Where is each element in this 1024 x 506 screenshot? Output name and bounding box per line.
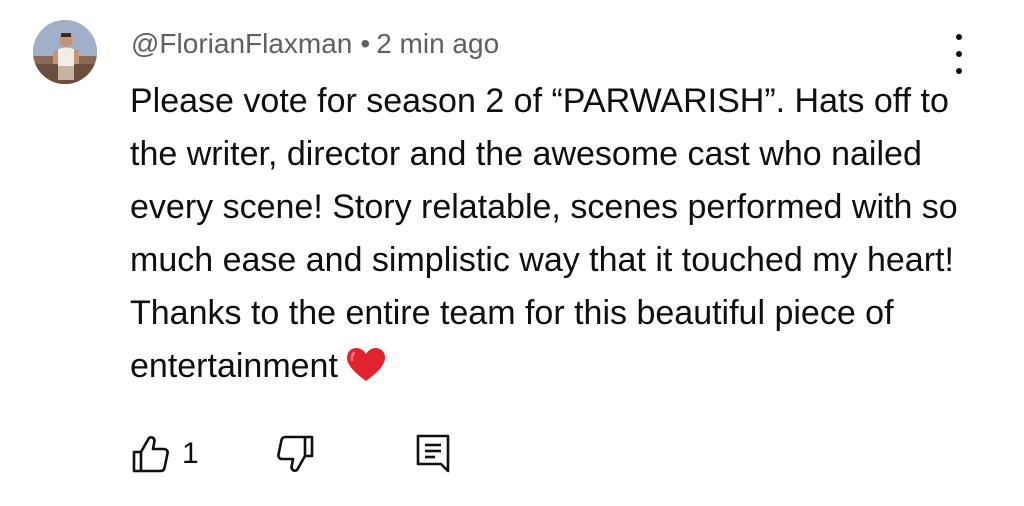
more-vertical-icon <box>956 34 962 40</box>
like-count: 1 <box>182 437 199 470</box>
more-options-button[interactable] <box>944 34 974 74</box>
meta-separator: • <box>360 28 371 59</box>
like-button[interactable]: 1 <box>130 432 199 476</box>
comment-card: @FlorianFlaxman • 2 min ago Please vote fo… <box>0 0 1024 506</box>
reply-button[interactable] <box>414 432 454 476</box>
more-vertical-icon-dot <box>956 51 962 57</box>
thumbs-up-icon <box>132 436 169 473</box>
thumbs-down-icon <box>277 435 314 472</box>
comment-header: @FlorianFlaxman • 2 min ago <box>131 24 499 64</box>
avatar[interactable] <box>33 20 97 84</box>
heart-emoji-icon <box>346 348 385 381</box>
dislike-button[interactable] <box>276 432 316 476</box>
more-vertical-icon-dot <box>956 68 962 74</box>
reply-comment-icon <box>416 434 450 473</box>
comment-text: Please vote for season 2 of “PARWARISH”.… <box>130 75 960 393</box>
comment-body: Please vote for season 2 of “PARWARISH”.… <box>130 82 958 385</box>
author-name[interactable]: @FlorianFlaxman <box>131 28 352 59</box>
avatar-image <box>33 20 97 84</box>
comment-timestamp[interactable]: 2 min ago <box>376 28 499 59</box>
comment-actions: 1 <box>130 432 530 476</box>
